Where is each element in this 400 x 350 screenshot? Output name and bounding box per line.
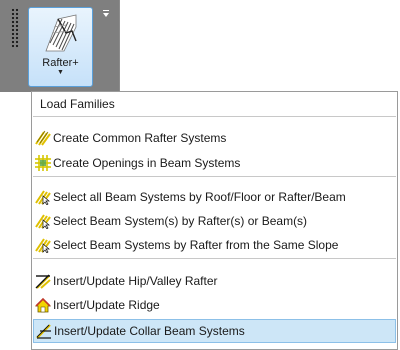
- common-rafter-icon: [35, 130, 51, 146]
- menu-item-select-all-beam[interactable]: Select all Beam Systems by Roof/Floor or…: [33, 186, 396, 208]
- collar-beam-icon: [36, 324, 51, 339]
- menu-item-insert-hip-valley[interactable]: Insert/Update Hip/Valley Rafter: [33, 270, 396, 292]
- beam-openings-icon: [35, 155, 51, 171]
- menu-item-label: Create Common Rafter Systems: [53, 131, 227, 145]
- menu-separator: [33, 176, 396, 177]
- menu-item-create-openings[interactable]: Create Openings in Beam Systems: [33, 152, 396, 174]
- menu-separator: [33, 258, 396, 259]
- rafter-dropdown-menu: Load Families Create Common Rafter Syste…: [31, 91, 398, 350]
- chevron-down-icon[interactable]: ▼: [29, 69, 92, 76]
- menu-item-label: Insert/Update Ridge: [53, 298, 160, 312]
- rafter-plus-label: Rafter+: [42, 57, 79, 69]
- ridge-icon: [35, 297, 51, 313]
- menu-item-insert-collar-beam[interactable]: Insert/Update Collar Beam Systems: [33, 319, 396, 343]
- panel-expand-icon[interactable]: [100, 7, 110, 21]
- menu-item-label: Create Openings in Beam Systems: [53, 156, 241, 170]
- menu-item-label: Load Families: [40, 97, 115, 111]
- panel-grip-handle[interactable]: [11, 8, 19, 48]
- menu-item-label: Select Beam Systems by Rafter from the S…: [53, 238, 339, 252]
- menu-item-load-families[interactable]: Load Families: [33, 93, 396, 115]
- select-beam-systems-icon: [35, 213, 51, 229]
- menu-item-label: Insert/Update Hip/Valley Rafter: [53, 274, 218, 288]
- menu-item-label: Insert/Update Collar Beam Systems: [54, 324, 245, 338]
- select-beam-systems-icon: [35, 189, 51, 205]
- hip-valley-rafter-icon: [35, 273, 51, 289]
- menu-item-insert-ridge[interactable]: Insert/Update Ridge: [33, 294, 396, 316]
- menu-item-create-common-rafter[interactable]: Create Common Rafter Systems: [33, 127, 396, 149]
- menu-item-select-beam-same-slope[interactable]: Select Beam Systems by Rafter from the S…: [33, 234, 396, 256]
- menu-item-select-beam-by-rafter[interactable]: Select Beam System(s) by Rafter(s) or Be…: [33, 210, 396, 232]
- ribbon-panel: Rafter+ ▼: [0, 0, 120, 92]
- menu-item-label: Select all Beam Systems by Roof/Floor or…: [53, 190, 346, 204]
- menu-separator: [33, 116, 396, 117]
- menu-item-label: Select Beam System(s) by Rafter(s) or Be…: [53, 214, 308, 228]
- rafter-plus-button[interactable]: Rafter+ ▼: [28, 7, 93, 87]
- rafter-icon: [45, 14, 77, 52]
- select-beam-systems-icon: [35, 237, 51, 253]
